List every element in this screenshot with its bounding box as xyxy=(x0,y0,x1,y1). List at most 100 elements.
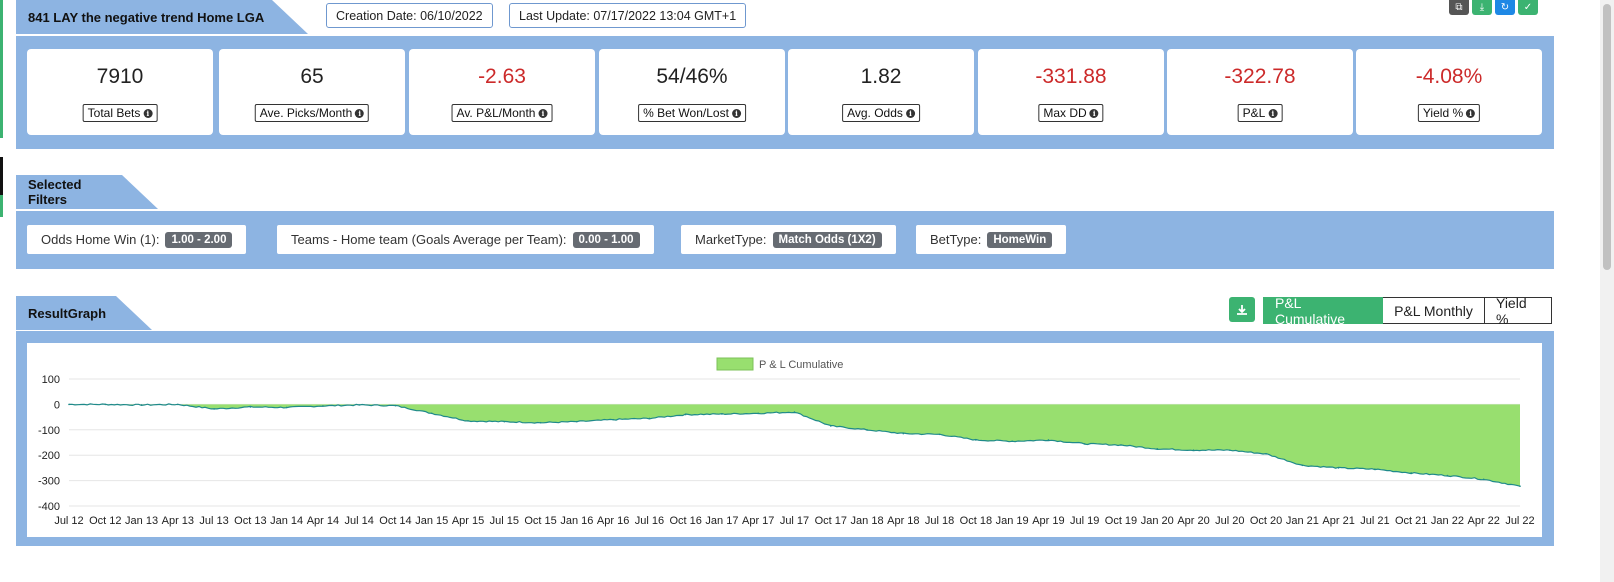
data-point xyxy=(1120,444,1122,446)
x-tick-label: Jul 19 xyxy=(1070,515,1099,527)
stat-label[interactable]: Ave. Picks/Month i xyxy=(254,104,370,122)
data-point xyxy=(721,413,723,415)
x-tick-label: Jan 13 xyxy=(125,515,158,527)
data-point xyxy=(1083,442,1086,445)
stat-label[interactable]: Av. P&L/Month i xyxy=(451,104,553,122)
download-icon[interactable]: ⤓ xyxy=(1472,0,1492,15)
data-point xyxy=(829,425,832,427)
x-tick-label: Apr 21 xyxy=(1322,515,1354,527)
data-point xyxy=(1229,449,1231,451)
x-tick-label: Apr 13 xyxy=(162,515,194,527)
x-tick-label: Jan 16 xyxy=(560,515,593,527)
stat-value: 1.82 xyxy=(860,65,902,88)
data-point xyxy=(902,432,905,435)
x-tick-label: Oct 16 xyxy=(669,515,701,527)
left-accent-bar xyxy=(0,0,3,138)
refresh-icon[interactable]: ↻ xyxy=(1495,0,1515,15)
x-tick-label: Apr 17 xyxy=(742,515,774,527)
stat-label[interactable]: Yield % i xyxy=(1417,104,1481,122)
data-point xyxy=(1446,474,1449,477)
info-icon[interactable]: i xyxy=(355,109,365,118)
x-tick-label: Oct 13 xyxy=(234,515,266,527)
data-point xyxy=(394,404,397,407)
x-tick-label: Oct 19 xyxy=(1105,515,1137,527)
stat-value: -2.63 xyxy=(478,65,526,88)
stat-label[interactable]: % Bet Won/Lost i xyxy=(638,104,746,122)
y-tick-label: 0 xyxy=(54,399,60,411)
data-point xyxy=(1011,440,1013,443)
filter-label: Teams - Home team (Goals Average per Tea… xyxy=(291,232,567,247)
scrollbar[interactable] xyxy=(1600,0,1614,582)
data-point xyxy=(503,420,506,423)
data-point xyxy=(648,417,651,420)
filter-chip: MarketType: Match Odds (1X2) xyxy=(681,225,896,254)
data-point xyxy=(140,404,143,406)
stat-card: -4.08% Yield % i xyxy=(1356,49,1542,135)
stat-label[interactable]: Max DD i xyxy=(1038,104,1104,122)
pl-area xyxy=(69,403,1520,487)
stat-label-text: Yield % xyxy=(1422,106,1464,120)
x-tick-label: Apr 19 xyxy=(1032,515,1064,527)
x-tick-label: Jul 17 xyxy=(780,515,809,527)
stat-label[interactable]: P&L i xyxy=(1237,104,1283,122)
x-tick-label: Oct 20 xyxy=(1250,515,1282,527)
data-point xyxy=(612,418,614,421)
info-icon[interactable]: i xyxy=(143,109,153,118)
data-point xyxy=(322,405,324,407)
data-point xyxy=(177,403,179,406)
y-tick-label: -400 xyxy=(38,501,60,513)
graph-download-button[interactable] xyxy=(1229,297,1255,322)
top-action-icons: ⧉ ⤓ ↻ ✓ xyxy=(1449,0,1538,15)
last-update-badge: Last Update: 07/17/2022 13:04 GMT+1 xyxy=(509,3,747,28)
stat-label-text: P&L xyxy=(1242,106,1266,120)
scrollbar-thumb[interactable] xyxy=(1603,4,1611,270)
x-tick-label: Jan 15 xyxy=(415,515,448,527)
pl-cumulative-button[interactable]: P&L Cumulative xyxy=(1263,295,1383,327)
stat-label-text: % Bet Won/Lost xyxy=(643,106,729,120)
stat-label[interactable]: Avg. Odds i xyxy=(842,104,920,122)
pl-monthly-button[interactable]: P&L Monthly xyxy=(1383,297,1485,324)
data-point xyxy=(757,412,760,415)
stat-card: -331.88 Max DD i xyxy=(978,49,1164,135)
x-tick-label: Jul 16 xyxy=(635,515,664,527)
info-icon[interactable]: i xyxy=(1089,109,1099,118)
x-tick-label: Oct 18 xyxy=(960,515,992,527)
stat-label-text: Avg. Odds xyxy=(847,106,903,120)
last-update-text: Last Update: 07/17/2022 13:04 GMT+1 xyxy=(519,8,737,23)
check-icon[interactable]: ✓ xyxy=(1518,0,1538,15)
info-icon[interactable]: i xyxy=(1268,109,1278,118)
stat-card: -322.78 P&L i xyxy=(1167,49,1353,135)
copy-icon[interactable]: ⧉ xyxy=(1449,0,1469,15)
data-point xyxy=(1047,439,1050,441)
data-point xyxy=(285,406,288,409)
x-tick-label: Jan 20 xyxy=(1141,515,1174,527)
info-icon[interactable]: i xyxy=(538,109,548,118)
data-point xyxy=(1337,467,1340,469)
info-icon[interactable]: i xyxy=(1466,109,1476,118)
x-tick-label: Jan 17 xyxy=(705,515,738,527)
filter-label: Odds Home Win (1): xyxy=(41,232,160,247)
info-icon[interactable]: i xyxy=(905,109,915,118)
stat-label[interactable]: Total Bets i xyxy=(82,104,158,122)
yield-button[interactable]: Yield % xyxy=(1485,295,1552,327)
x-tick-label: Jul 18 xyxy=(925,515,954,527)
data-point xyxy=(539,421,542,424)
x-tick-label: Jul 22 xyxy=(1505,515,1534,527)
selected-filters-title: Selected Filters xyxy=(28,177,82,207)
left-accent-bar xyxy=(0,157,3,195)
data-point xyxy=(938,433,941,436)
stat-card: 65 Ave. Picks/Month i xyxy=(219,49,405,135)
data-point xyxy=(430,412,433,415)
strategy-title-text: 841 LAY the negative trend Home LGA xyxy=(28,9,265,25)
stat-label-text: Total Bets xyxy=(87,106,141,120)
data-point xyxy=(793,411,796,413)
filter-label: MarketType: xyxy=(695,232,767,247)
data-point xyxy=(68,403,70,406)
filter-label: BetType: xyxy=(930,232,982,247)
creation-date-badge: Creation Date: 06/10/2022 xyxy=(326,3,493,28)
result-graph-title: ResultGraph xyxy=(28,305,107,321)
info-icon[interactable]: i xyxy=(731,109,741,118)
data-point xyxy=(104,403,107,406)
creation-date-text: Creation Date: 06/10/2022 xyxy=(336,8,483,23)
x-tick-label: Jul 13 xyxy=(199,515,228,527)
